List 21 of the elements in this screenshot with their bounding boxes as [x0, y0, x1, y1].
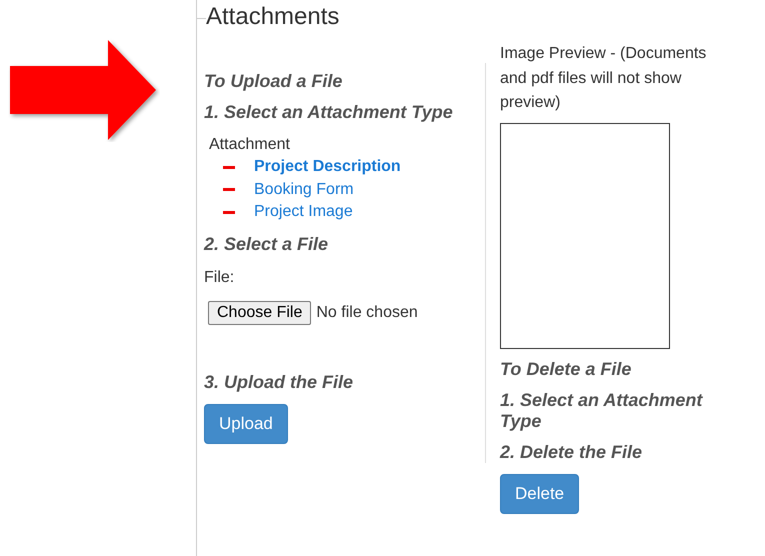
- step-heading: 2. Select a File: [204, 234, 330, 254]
- dash-icon: [223, 166, 235, 169]
- file-status: No file chosen: [316, 302, 418, 322]
- step-heading: 1. Select an Attachment Type: [204, 102, 454, 123]
- dash-icon: [223, 188, 235, 192]
- attachment-type-link[interactable]: Project Image: [254, 203, 353, 222]
- step-heading: 3. Upload the File: [204, 372, 354, 392]
- preview-caption: Image Preview - (Documents and pdf files will not show preview): [500, 44, 708, 113]
- section-legend: Attachments: [206, 3, 340, 31]
- upload-heading: To Upload a File: [204, 71, 344, 92]
- step-heading: 1. Select an Attachment Type: [500, 390, 704, 432]
- list-label: Attachment: [209, 135, 291, 155]
- choose-file-button[interactable]: Choose File: [208, 300, 312, 324]
- attachment-type-link[interactable]: Booking Form: [254, 180, 354, 199]
- file-label: File:: [204, 268, 236, 288]
- step-heading: 2. Delete the File: [500, 442, 644, 462]
- dash-icon: [223, 210, 235, 214]
- upload-button[interactable]: Upload: [204, 404, 288, 444]
- delete-button[interactable]: Delete: [500, 474, 580, 514]
- delete-heading: To Delete a File: [500, 358, 632, 380]
- attachment-type-link[interactable]: Project Description: [254, 158, 401, 176]
